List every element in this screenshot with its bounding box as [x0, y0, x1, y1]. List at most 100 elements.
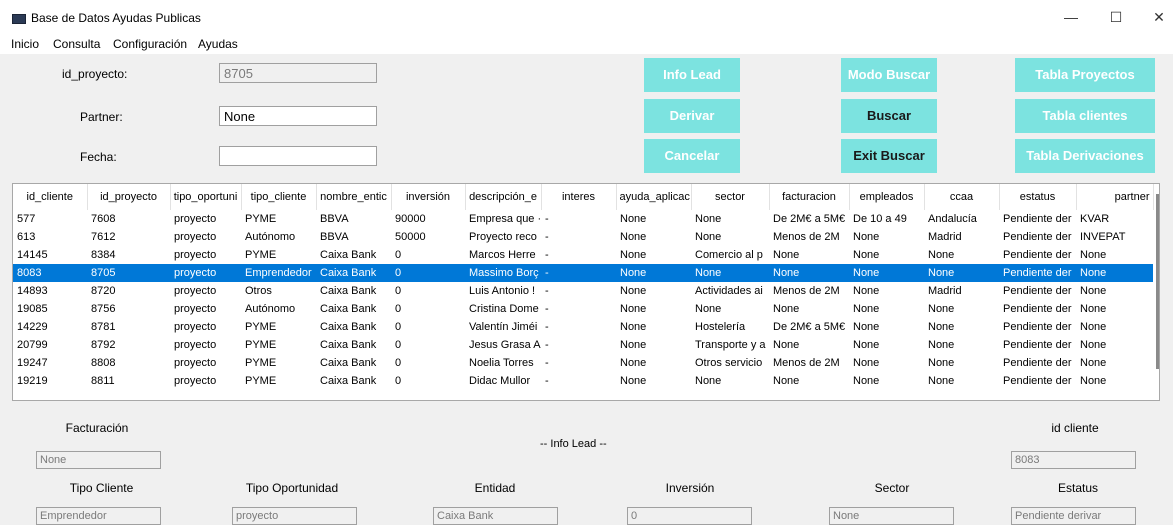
table-cell: 14893	[17, 285, 48, 297]
column-header-empleados[interactable]: empleados	[849, 184, 925, 210]
table-cell: -	[541, 264, 616, 282]
tabla-derivaciones-button[interactable]: Tabla Derivaciones	[1015, 139, 1155, 173]
entidad-field[interactable]: Caixa Bank	[433, 507, 558, 525]
id-proyecto-label: id_proyecto:	[62, 67, 128, 81]
table-cell: Pendiente der	[1003, 303, 1072, 315]
entidad-label: Entidad	[474, 481, 516, 495]
table-row[interactable]: 14229 8781 proyecto PYME Caixa Bank 0 Valentín…	[13, 318, 1153, 336]
table-row[interactable]: 19219 8811 proyecto PYME Caixa Bank 0 Didac Mu…	[13, 372, 1153, 390]
column-header-partner[interactable]: partner	[1076, 184, 1154, 210]
table-cell: None	[620, 303, 647, 315]
table-row[interactable]: 14893 8720 proyecto Otros Caixa Bank 0 Luis An…	[13, 282, 1153, 300]
column-header-estatus[interactable]: estatus	[999, 184, 1077, 210]
table-cell: Pendiente der	[1003, 375, 1072, 387]
results-table[interactable]: id_cliente id_proyecto tipo_oportuni tipo_c…	[12, 183, 1160, 401]
table-cell: Valentín Jiméi	[469, 321, 538, 333]
maximize-button[interactable]: ☐	[1101, 6, 1131, 28]
facturacion-field[interactable]: None	[36, 451, 161, 469]
table-cell: proyecto	[174, 375, 217, 387]
column-header-ayuda-aplicac[interactable]: ayuda_aplicac	[616, 184, 692, 210]
tabla-clientes-button[interactable]: Tabla clientes	[1015, 99, 1155, 133]
table-row[interactable]: 19085 8756 proyecto Autónomo Caixa Bank 0 Cris…	[13, 300, 1153, 318]
table-cell: None	[853, 231, 880, 243]
table-cell: 613	[17, 231, 36, 243]
minimize-button[interactable]: —	[1056, 6, 1086, 28]
column-header-descripci-n-e[interactable]: descripción_e	[465, 184, 542, 210]
sector-field[interactable]: None	[829, 507, 954, 525]
table-row[interactable]: 20799 8792 proyecto PYME Caixa Bank 0 Jesus Gr…	[13, 336, 1153, 354]
table-row[interactable]: 613 7612 proyecto Autónomo BBVA 50000 Proyecto…	[13, 228, 1153, 246]
table-cell: 19219	[17, 375, 48, 387]
title-bar: Base de Datos Ayudas Publicas — ☐ ✕	[0, 0, 1173, 34]
estatus-label: Estatus	[1057, 481, 1099, 495]
partner-field[interactable]: None	[219, 106, 377, 126]
table-cell: -	[545, 321, 549, 333]
table-cell: Caixa Bank	[320, 285, 377, 297]
table-cell: Autónomo	[245, 303, 296, 315]
table-cell: proyecto	[174, 249, 217, 261]
table-cell: 8705	[87, 264, 170, 282]
table-row[interactable]: 577 7608 proyecto PYME BBVA 90000 Empresa que …	[13, 210, 1153, 228]
table-cell: PYME	[245, 213, 277, 225]
table-cell: None	[695, 303, 722, 315]
table-cell: Caixa Bank	[320, 321, 377, 333]
column-header-tipo-cliente[interactable]: tipo_cliente	[241, 184, 317, 210]
column-header-nombre-entic[interactable]: nombre_entic	[316, 184, 392, 210]
table-row[interactable]: 19247 8808 proyecto PYME Caixa Bank 0 Noelia T…	[13, 354, 1153, 372]
close-button[interactable]: ✕	[1144, 6, 1173, 28]
buscar-button[interactable]: Buscar	[841, 99, 937, 133]
modo-buscar-button[interactable]: Modo Buscar	[841, 58, 937, 92]
table-cell: Pendiente der	[1003, 321, 1072, 333]
cancelar-button[interactable]: Cancelar	[644, 139, 740, 173]
table-cell: Hostelería	[695, 321, 746, 333]
menu-bar: Inicio Consulta Configuración Ayudas	[0, 34, 1173, 54]
table-cell: BBVA	[320, 231, 349, 243]
table-cell: proyecto	[174, 357, 217, 369]
table-cell: Pendiente der	[1003, 213, 1072, 225]
id-cliente-field[interactable]: 8083	[1011, 451, 1136, 469]
table-cell: None	[1080, 321, 1107, 333]
table-cell: -	[545, 213, 549, 225]
table-cell: 8720	[91, 285, 116, 297]
table-cell: Proyecto reco	[469, 231, 537, 243]
table-cell: 0	[395, 339, 402, 351]
column-header-interes[interactable]: interes	[541, 184, 617, 210]
table-cell: BBVA	[320, 213, 349, 225]
table-cell: De 2M€ a 5M€	[773, 213, 846, 225]
column-header-inversi-n[interactable]: inversión	[391, 184, 466, 210]
column-header-ccaa[interactable]: ccaa	[924, 184, 1000, 210]
table-cell: 8384	[91, 249, 116, 261]
vertical-scrollbar[interactable]	[1156, 194, 1159, 369]
menu-consulta[interactable]: Consulta	[53, 37, 100, 51]
table-row[interactable]: 8083 8705 proyecto Emprendedor Caixa Bank 0 Ma…	[13, 264, 1153, 282]
column-header-id-proyecto[interactable]: id_proyecto	[87, 184, 171, 210]
table-cell: None	[620, 285, 647, 297]
table-cell: None	[620, 321, 647, 333]
inversion-field[interactable]: 0	[627, 507, 752, 525]
exit-buscar-button[interactable]: Exit Buscar	[841, 139, 937, 173]
table-cell: -	[545, 231, 549, 243]
column-header-facturacion[interactable]: facturacion	[769, 184, 850, 210]
fecha-field[interactable]	[219, 146, 377, 166]
tipo-cliente-field[interactable]: Emprendedor	[36, 507, 161, 525]
column-header-sector[interactable]: sector	[691, 184, 770, 210]
table-row[interactable]: 14145 8384 proyecto PYME Caixa Bank 0 Marcos H…	[13, 246, 1153, 264]
tipo-oportunidad-label: Tipo Oportunidad	[245, 481, 339, 495]
table-cell: 8781	[91, 321, 116, 333]
facturacion-label: Facturación	[65, 421, 129, 435]
estatus-field[interactable]: Pendiente derivar	[1011, 507, 1136, 525]
table-cell: None	[620, 249, 647, 261]
derivar-button[interactable]: Derivar	[644, 99, 740, 133]
table-cell: None	[924, 264, 999, 282]
column-header-tipo-oportuni[interactable]: tipo_oportuni	[170, 184, 242, 210]
info-lead-button[interactable]: Info Lead	[644, 58, 740, 92]
id-proyecto-field[interactable]: 8705	[219, 63, 377, 83]
tabla-proyectos-button[interactable]: Tabla Proyectos	[1015, 58, 1155, 92]
table-cell: PYME	[245, 357, 277, 369]
tipo-oportunidad-field[interactable]: proyecto	[232, 507, 357, 525]
menu-configuracion[interactable]: Configuración	[113, 37, 187, 51]
menu-ayudas[interactable]: Ayudas	[198, 37, 238, 51]
menu-inicio[interactable]: Inicio	[11, 37, 39, 51]
table-cell: -	[545, 357, 549, 369]
column-header-id-cliente[interactable]: id_cliente	[13, 184, 88, 210]
